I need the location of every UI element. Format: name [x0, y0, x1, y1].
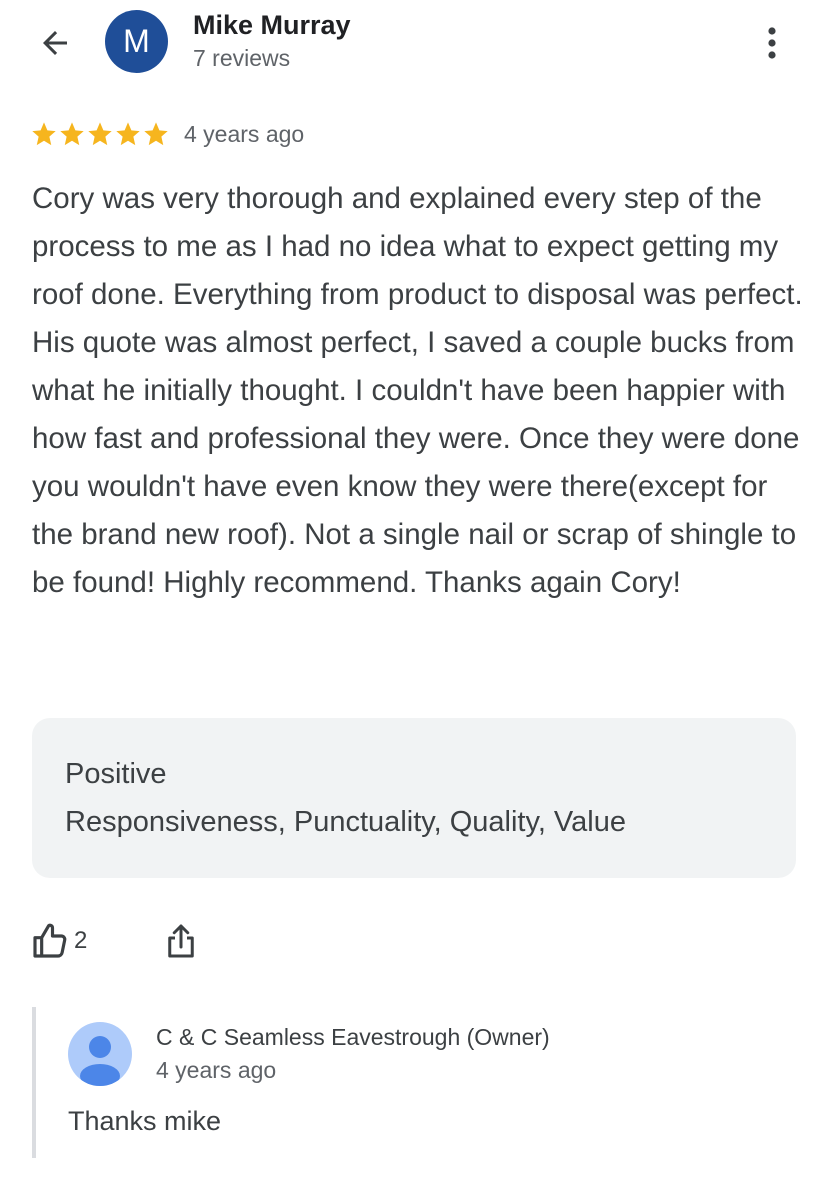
like-button[interactable]: 2 [30, 918, 87, 964]
star-icon [60, 122, 84, 146]
review-text: Cory was very thorough and explained eve… [32, 182, 803, 599]
share-icon [168, 924, 194, 958]
star-icon [116, 122, 140, 146]
owner-name: C & C Seamless Eavestrough (Owner) [156, 1024, 550, 1050]
reviewer-avatar-initial: M [123, 23, 150, 59]
more-options-button[interactable] [752, 20, 792, 66]
reviewer-avatar[interactable]: M [105, 10, 168, 73]
reviewer-name[interactable]: Mike Murray [193, 10, 351, 41]
share-button[interactable] [158, 918, 204, 964]
review-time: 4 years ago [184, 121, 305, 147]
like-count: 2 [74, 927, 88, 954]
reply-indent-bar [32, 1007, 36, 1158]
owner-reply-text: Thanks mike [68, 1106, 222, 1136]
reviewer-review-count: 7 reviews [193, 45, 291, 71]
attributes-values: Responsiveness, Punctuality, Quality, Va… [65, 806, 626, 838]
star-rating [30, 120, 170, 148]
owner-avatar [68, 1022, 132, 1086]
review-attributes-box: Positive Responsiveness, Punctuality, Qu… [32, 718, 796, 878]
owner-reply-time: 4 years ago [156, 1057, 277, 1083]
more-vert-icon [768, 27, 776, 59]
back-arrow-icon [43, 31, 67, 55]
star-icon [88, 122, 112, 146]
star-icon [144, 122, 168, 146]
back-button[interactable] [30, 18, 80, 68]
attributes-label: Positive [65, 758, 167, 790]
thumbs-up-icon [33, 923, 67, 958]
star-icon [32, 122, 56, 146]
person-icon [80, 1036, 120, 1086]
